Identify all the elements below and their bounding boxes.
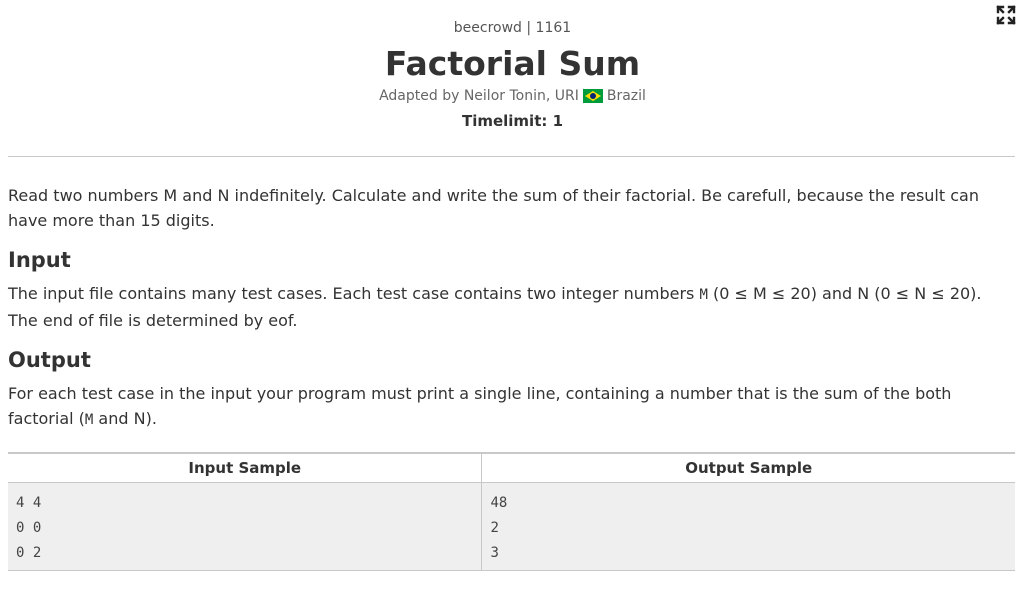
input-sample-line: 0 0 bbox=[16, 520, 42, 536]
problem-author: Adapted by Neilor Tonin, URI Brazil bbox=[0, 86, 1025, 106]
output-description: For each test case in the input your pro… bbox=[8, 381, 1015, 433]
time-limit: Timelimit: 1 bbox=[461, 112, 564, 130]
fullscreen-button[interactable] bbox=[995, 4, 1017, 26]
output-sample-line: 3 bbox=[490, 545, 499, 561]
author-country: Brazil bbox=[606, 88, 646, 104]
input-sample-cell[interactable]: 4 4 0 0 0 2 bbox=[8, 482, 482, 571]
problem-header: beecrowd | 1161 Factorial Sum Adapted by… bbox=[0, 0, 1025, 131]
problem-description: Read two numbers M and N indefinitely. C… bbox=[8, 186, 979, 230]
output-sample-cell[interactable]: 48 2 3 bbox=[481, 482, 1015, 571]
samples-table: Input Sample Output Sample 4 4 0 0 0 2 4… bbox=[8, 452, 1015, 571]
output-heading: Output bbox=[8, 348, 91, 372]
input-sample-header: Input Sample bbox=[8, 453, 482, 483]
header-divider bbox=[8, 156, 1015, 157]
expand-icon bbox=[996, 5, 1016, 25]
output-sample-line: 48 bbox=[490, 495, 508, 511]
input-description: The input file contains many test cases.… bbox=[8, 281, 1015, 333]
input-sample-line: 4 4 bbox=[16, 495, 42, 511]
output-text-end: and N). bbox=[93, 409, 157, 428]
input-sample-line: 0 2 bbox=[16, 545, 42, 561]
input-heading: Input bbox=[8, 248, 71, 272]
problem-source: beecrowd | 1161 bbox=[453, 20, 572, 36]
author-name: Adapted by Neilor Tonin, URI bbox=[379, 88, 579, 104]
output-sample-header: Output Sample bbox=[481, 453, 1015, 483]
input-text-start: The input file contains many test cases.… bbox=[8, 284, 700, 303]
problem-title: Factorial Sum bbox=[384, 44, 641, 83]
problem-content: Read two numbers M and N indefinitely. C… bbox=[0, 183, 1025, 433]
input-var-m: M bbox=[699, 287, 708, 303]
output-sample-line: 2 bbox=[490, 520, 499, 536]
brazil-flag-icon bbox=[582, 89, 603, 103]
